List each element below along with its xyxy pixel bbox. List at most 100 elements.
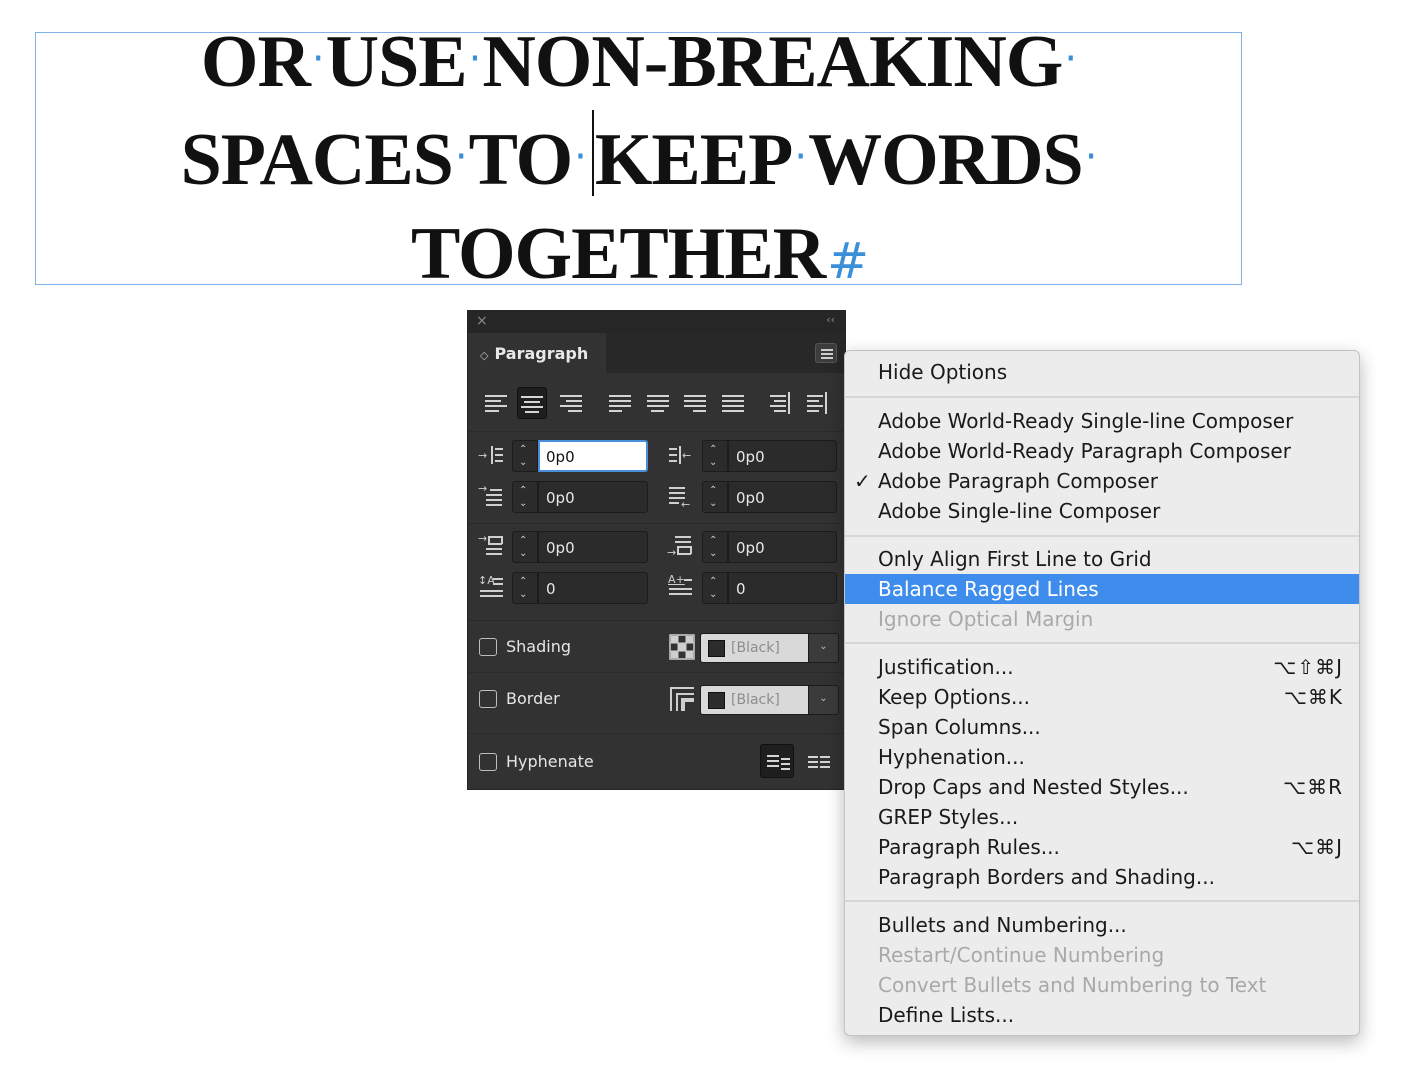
menu-item-single-line-composer[interactable]: Adobe Single-line Composer bbox=[845, 496, 1359, 526]
menu-item-justification[interactable]: Justification... ⌥⇧⌘J bbox=[845, 652, 1359, 682]
word: NON-BREAKING bbox=[482, 21, 1063, 103]
word: OR bbox=[200, 21, 311, 103]
shortcut: ⌥⌘K bbox=[1283, 685, 1343, 709]
shortcut: ⌥⇧⌘J bbox=[1273, 655, 1343, 679]
menu-item-grep-styles[interactable]: GREP Styles... bbox=[845, 802, 1359, 832]
collapse-icon[interactable]: ‹‹ bbox=[826, 313, 835, 326]
last-line-indent-icon: ← bbox=[667, 483, 695, 510]
first-line-indent-field[interactable]: 0p0 bbox=[538, 481, 648, 513]
menu-item-balance-ragged-lines[interactable]: Balance Ragged Lines bbox=[845, 574, 1359, 604]
border-label: Border bbox=[506, 689, 560, 708]
tab-chevron-icon: ◇ bbox=[480, 349, 489, 362]
drop-cap-chars-stepper[interactable]: ⌃ ⌄ bbox=[702, 572, 728, 604]
space-before-stepper[interactable]: ⌃ ⌄ bbox=[512, 531, 538, 563]
shortcut: ⌥⌘R bbox=[1283, 775, 1343, 799]
space-after-field[interactable]: 0p0 bbox=[728, 531, 837, 563]
menu-item-paragraph-composer[interactable]: ✓ Adobe Paragraph Composer bbox=[845, 466, 1359, 496]
menu-item-drop-caps[interactable]: Drop Caps and Nested Styles... ⌥⌘R bbox=[845, 772, 1359, 802]
menu-item-bullets-numbering[interactable]: Bullets and Numbering... bbox=[845, 910, 1359, 940]
chevron-down-icon[interactable]: ⌄ bbox=[809, 685, 839, 715]
divider bbox=[468, 620, 845, 621]
space-marker: · bbox=[574, 134, 587, 180]
do-not-align-to-grid-button[interactable] bbox=[760, 744, 794, 778]
justify-right-button[interactable] bbox=[680, 387, 710, 419]
text-cursor bbox=[591, 110, 594, 196]
space-marker: · bbox=[1064, 36, 1077, 82]
menu-item-world-ready-single-line[interactable]: Adobe World-Ready Single-line Composer bbox=[845, 406, 1359, 436]
color-chip bbox=[708, 640, 725, 657]
align-to-grid-button[interactable] bbox=[802, 744, 836, 778]
text-frame[interactable]: OR·USE·NON-BREAKING· SPACES·TO· KEEP·WORD… bbox=[35, 21, 1242, 295]
menu-item-world-ready-paragraph[interactable]: Adobe World-Ready Paragraph Composer bbox=[845, 436, 1359, 466]
right-indent-field[interactable]: 0p0 bbox=[728, 440, 837, 472]
tab-label: Paragraph bbox=[494, 344, 589, 363]
space-before-field[interactable]: 0p0 bbox=[538, 531, 648, 563]
space-marker: · bbox=[311, 36, 325, 82]
menu-item-hyphenation[interactable]: Hyphenation... bbox=[845, 742, 1359, 772]
menu-item-hide-options[interactable]: Hide Options bbox=[845, 357, 1359, 387]
alignment-buttons bbox=[468, 384, 845, 424]
left-indent-stepper[interactable]: ⌃ ⌄ bbox=[512, 440, 538, 472]
drop-cap-chars-field[interactable]: 0 bbox=[728, 572, 837, 604]
end-of-story-marker: # bbox=[827, 232, 869, 290]
word: TO bbox=[468, 119, 574, 201]
shading-swatch-select[interactable]: [Black] bbox=[700, 633, 809, 663]
align-toward-spine-button[interactable] bbox=[766, 387, 796, 419]
menu-item-align-first-line-grid[interactable]: Only Align First Line to Grid bbox=[845, 544, 1359, 574]
tab-paragraph[interactable]: ◇ Paragraph bbox=[468, 333, 606, 373]
menu-item-define-lists[interactable]: Define Lists... bbox=[845, 1000, 1359, 1030]
space-marker: · bbox=[1084, 134, 1098, 180]
menu-separator bbox=[845, 642, 1359, 644]
space-after-stepper[interactable]: ⌃ ⌄ bbox=[702, 531, 728, 563]
shading-label: Shading bbox=[506, 637, 571, 656]
shortcut: ⌥⌘J bbox=[1291, 835, 1343, 859]
menu-separator bbox=[845, 535, 1359, 537]
menu-separator bbox=[845, 396, 1359, 398]
drop-cap-lines-field[interactable]: 0 bbox=[538, 572, 648, 604]
border-swatch-select[interactable]: [Black] bbox=[700, 685, 809, 715]
space-before-icon: → bbox=[478, 533, 506, 559]
word: USE bbox=[325, 21, 468, 103]
divider bbox=[468, 431, 845, 432]
align-right-button[interactable] bbox=[556, 387, 586, 419]
border-corner-icon[interactable] bbox=[669, 686, 695, 712]
menu-item-restart-numbering: Restart/Continue Numbering bbox=[878, 943, 1165, 967]
menu-item-borders-shading[interactable]: Paragraph Borders and Shading... bbox=[845, 862, 1359, 892]
last-line-indent-field[interactable]: 0p0 bbox=[728, 481, 837, 513]
align-away-from-spine-button[interactable] bbox=[803, 387, 833, 419]
justify-center-button[interactable] bbox=[643, 387, 673, 419]
hyphenate-label: Hyphenate bbox=[506, 752, 594, 771]
drop-cap-lines-stepper[interactable]: ⌃ ⌄ bbox=[512, 572, 538, 604]
justify-all-button[interactable] bbox=[718, 387, 748, 419]
word: KEEP bbox=[594, 119, 793, 201]
space-marker: · bbox=[794, 134, 807, 180]
justify-left-button[interactable] bbox=[605, 387, 635, 419]
divider bbox=[468, 523, 845, 524]
hyphenate-checkbox[interactable] bbox=[479, 753, 497, 771]
menu-separator bbox=[845, 900, 1359, 902]
right-indent-stepper[interactable]: ⌃ ⌄ bbox=[702, 440, 728, 472]
shading-checkbox[interactable] bbox=[479, 638, 497, 656]
shading-grid-icon[interactable] bbox=[669, 634, 695, 660]
first-line-indent-icon: → bbox=[478, 483, 506, 509]
close-icon[interactable]: × bbox=[476, 313, 488, 329]
checkmark-icon: ✓ bbox=[854, 469, 871, 493]
divider bbox=[468, 672, 845, 673]
panel-title-bar[interactable]: × ‹‹ bbox=[468, 311, 845, 333]
menu-item-paragraph-rules[interactable]: Paragraph Rules... ⌥⌘J bbox=[845, 832, 1359, 862]
panel-options-menu: Hide Options Adobe World-Ready Single-li… bbox=[844, 350, 1360, 1036]
last-line-indent-stepper[interactable]: ⌃ ⌄ bbox=[702, 481, 728, 513]
menu-item-convert-bullets: Convert Bullets and Numbering to Text bbox=[878, 973, 1267, 997]
align-center-button[interactable] bbox=[517, 387, 547, 419]
left-indent-field[interactable]: 0p0 bbox=[538, 440, 648, 472]
menu-item-span-columns[interactable]: Span Columns... bbox=[845, 712, 1359, 742]
panel-menu-button[interactable] bbox=[815, 343, 837, 363]
space-marker: · bbox=[454, 134, 468, 180]
space-after-icon: → bbox=[667, 533, 695, 559]
first-line-indent-stepper[interactable]: ⌃ ⌄ bbox=[512, 481, 538, 513]
menu-item-keep-options[interactable]: Keep Options... ⌥⌘K bbox=[845, 682, 1359, 712]
chevron-down-icon[interactable]: ⌄ bbox=[809, 633, 839, 663]
space-marker: · bbox=[468, 36, 482, 82]
border-checkbox[interactable] bbox=[479, 690, 497, 708]
align-left-button[interactable] bbox=[481, 387, 511, 419]
